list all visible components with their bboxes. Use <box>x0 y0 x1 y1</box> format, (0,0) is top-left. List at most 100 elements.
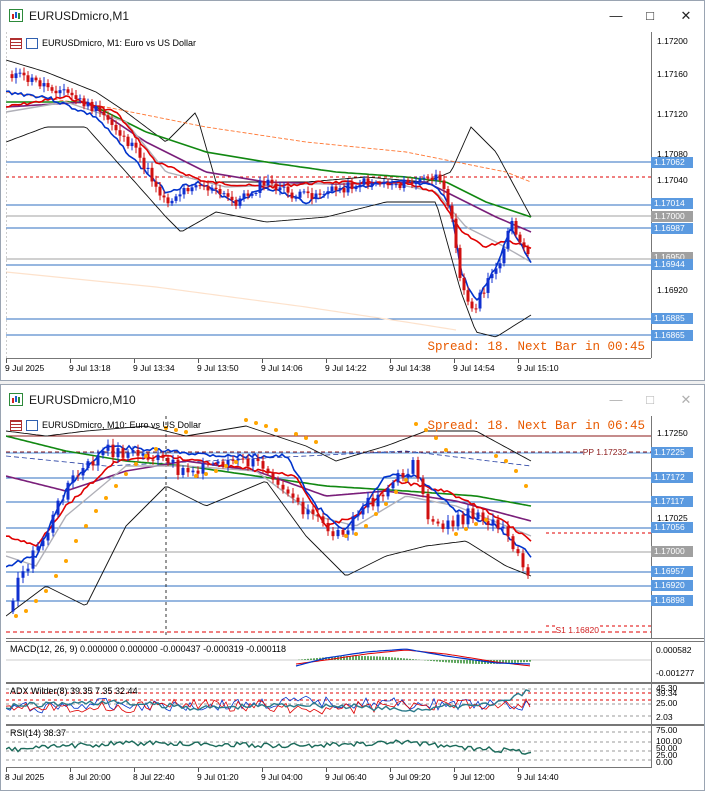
price-chart-canvas[interactable] <box>6 416 651 638</box>
candle-m10 <box>416 460 420 479</box>
price-level-tag[interactable]: 1.17056 <box>651 522 693 533</box>
time-axis-label: 9 Jul 2025 <box>5 363 45 373</box>
price-chart-m1[interactable]: EURUSDmicro, M1: Euro vs US Dollar Sprea… <box>6 32 651 358</box>
macd-axis-bottom: -0.001277 <box>656 668 695 678</box>
candle-m10 <box>16 577 20 601</box>
price-level-tag[interactable]: 1.17000 <box>651 211 693 222</box>
candle-m1 <box>130 142 134 147</box>
psar-dot <box>274 428 278 432</box>
candle-m10 <box>456 514 460 527</box>
candle-m10 <box>131 449 135 453</box>
macd-pane[interactable]: MACD(12, 26, 9) 0.000000 0.000000 -0.000… <box>6 641 651 683</box>
candle-m1 <box>158 186 162 196</box>
candle-m1 <box>338 188 342 191</box>
candle-m1 <box>434 174 438 181</box>
price-level-tag[interactable]: 1.16944 <box>651 259 693 270</box>
price-level-tag[interactable]: 1.16885 <box>651 313 693 324</box>
time-axis-m1[interactable]: 9 Jul 2025 9 Jul 13:18 9 Jul 13:34 9 Jul 13… <box>5 358 651 380</box>
candle-m1 <box>522 242 526 248</box>
spread-info: Spread: 18. Next Bar in 00:45 <box>427 340 645 354</box>
maximize-button[interactable]: □ <box>633 389 667 411</box>
window-titlebar-m10[interactable]: EURUSDmicro,M10 — □ ✕ <box>1 385 704 415</box>
candle-m1 <box>326 191 330 195</box>
candle-m10 <box>526 567 530 576</box>
candle-m1 <box>10 74 14 79</box>
candle-m1 <box>494 268 498 274</box>
price-level-tag[interactable]: 1.16865 <box>651 330 693 341</box>
maximize-button[interactable]: □ <box>633 5 667 27</box>
macd-axis[interactable]: 0.000582 -0.001277 <box>651 641 704 683</box>
candle-m10 <box>191 470 195 473</box>
price-level-tag[interactable]: 1.17225 <box>651 447 693 458</box>
time-axis-label: 9 Jul 13:34 <box>133 363 175 373</box>
psar-dot <box>144 454 148 458</box>
minimize-button[interactable]: — <box>599 389 633 411</box>
candle-m1 <box>346 182 350 193</box>
close-button[interactable]: ✕ <box>669 5 703 27</box>
candle-m1 <box>394 184 398 186</box>
rsi-pane[interactable]: RSI(14) 38.37 <box>6 725 651 768</box>
chart-menu-icon[interactable] <box>10 38 22 50</box>
rsi-axis[interactable]: 75.00 100.00 50.00 25.00 0.00 <box>651 725 704 768</box>
candle-m1 <box>466 290 470 302</box>
chart-menu-icon[interactable] <box>10 420 22 432</box>
price-axis-m10[interactable]: 1.172501.170251.168751.172251.171721.171… <box>651 416 704 639</box>
adx-pane[interactable]: ADX Wilder(8) 39.35 7.35 32.44 <box>6 683 651 725</box>
price-chart-canvas[interactable] <box>6 32 651 358</box>
chart-window-m10[interactable]: EURUSDmicro,M10 — □ ✕ EURUSDmicro, M10: … <box>0 384 705 791</box>
candle-m10 <box>246 458 250 467</box>
price-level-tag[interactable]: 1.17117 <box>651 496 693 507</box>
minimize-button[interactable]: — <box>599 5 633 27</box>
price-level-tag[interactable]: 1.16957 <box>651 566 693 577</box>
ma-grey <box>6 465 532 567</box>
price-level-tag[interactable]: 1.16898 <box>651 595 693 606</box>
time-axis-m10[interactable]: 8 Jul 2025 8 Jul 20:00 8 Jul 22:40 9 Jul 01… <box>5 767 651 790</box>
candle-m10 <box>126 452 130 458</box>
window-titlebar-m1[interactable]: EURUSDmicro,M1 — □ ✕ <box>1 1 704 31</box>
candle-m1 <box>526 247 530 255</box>
candle-m10 <box>181 467 185 475</box>
candle-m1 <box>174 196 178 201</box>
candle-m1 <box>422 177 426 179</box>
time-axis-label: 9 Jul 13:50 <box>197 363 239 373</box>
psar-dot <box>474 522 478 526</box>
candle-m1 <box>34 77 38 81</box>
chart-window-m1[interactable]: EURUSDmicro,M1 — □ ✕ EURUSDmicro, M1: Eu… <box>0 0 705 381</box>
price-level-tag[interactable]: 1.17062 <box>651 157 693 168</box>
candle-m10 <box>356 514 360 517</box>
candle-m1 <box>22 72 26 76</box>
candle-m1 <box>374 183 378 185</box>
time-axis-label: 9 Jul 09:20 <box>389 772 431 782</box>
spread-info: Spread: 18. Next Bar in 06:45 <box>427 419 645 433</box>
candle-m1 <box>478 292 482 309</box>
candle-m1 <box>178 194 182 197</box>
psar-dot <box>264 424 268 428</box>
price-axis-m1[interactable]: 1.17200 1.17160 1.17120 1.17080 1.17040 1.169… <box>651 32 704 358</box>
candle-m1 <box>310 193 314 200</box>
candle-m1 <box>334 186 338 191</box>
time-axis-label: 9 Jul 01:20 <box>197 772 239 782</box>
candle-m10 <box>296 497 300 503</box>
candle-m10 <box>481 512 485 521</box>
psar-dot <box>364 524 368 528</box>
psar-dot <box>124 472 128 476</box>
time-axis-label: 8 Jul 22:40 <box>133 772 175 782</box>
price-level-tag[interactable]: 1.17172 <box>651 472 693 483</box>
adx-axis[interactable]: 45.30 39.34 25.00 2.03 <box>651 683 704 725</box>
close-button[interactable]: ✕ <box>669 389 703 411</box>
candle-m10 <box>151 459 155 461</box>
price-chart-m10[interactable]: EURUSDmicro, M10: Euro vs US Dollar Spre… <box>6 416 651 639</box>
rsi-canvas[interactable] <box>6 726 651 768</box>
candle-m1 <box>26 75 30 82</box>
candle-m1 <box>198 185 202 187</box>
psar-dot <box>254 421 258 425</box>
candle-m10 <box>311 509 315 515</box>
candle-m10 <box>141 453 145 456</box>
price-level-tag[interactable]: 1.17014 <box>651 198 693 209</box>
chart-window-icon <box>9 393 23 406</box>
price-level-tag[interactable]: 1.17000 <box>651 546 693 557</box>
candle-m10 <box>76 475 80 477</box>
price-level-tag[interactable]: 1.16920 <box>651 580 693 591</box>
candle-m10 <box>301 502 305 515</box>
price-level-tag[interactable]: 1.16987 <box>651 223 693 234</box>
